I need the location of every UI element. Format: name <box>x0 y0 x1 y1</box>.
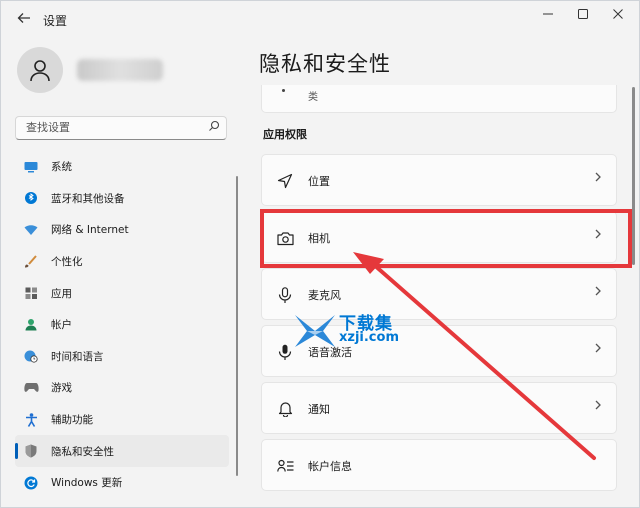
close-button[interactable] <box>605 7 631 27</box>
minimize-button[interactable] <box>535 7 561 27</box>
avatar[interactable] <box>17 47 63 93</box>
title-bar: 设置 <box>1 1 639 37</box>
apps-icon <box>23 285 39 301</box>
sidebar-item-network[interactable]: 网络 & Internet <box>15 214 229 246</box>
bluetooth-icon <box>23 190 39 206</box>
sidebar-item-label: Windows 更新 <box>51 477 123 490</box>
maximize-button[interactable] <box>570 7 596 27</box>
close-icon <box>613 9 623 19</box>
back-button[interactable] <box>13 9 35 31</box>
settings-window: 设置 系统 蓝牙和其他设备 网络 & Internet <box>0 0 640 508</box>
person-icon <box>23 317 39 333</box>
minimize-icon <box>543 13 553 15</box>
chevron-right-icon <box>594 342 602 358</box>
permission-row-account-info[interactable]: 帐户信息 <box>261 439 617 491</box>
watermark: 下载集 xzji.com <box>293 309 413 349</box>
sidebar-item-bluetooth[interactable]: 蓝牙和其他设备 <box>15 183 229 215</box>
voice-microphone-icon <box>276 343 294 361</box>
update-icon <box>23 475 39 491</box>
row-label: 通知 <box>308 403 330 416</box>
maximize-icon <box>578 9 588 19</box>
permission-row-notifications[interactable]: 通知 <box>261 382 617 434</box>
sidebar-item-apps[interactable]: 应用 <box>15 277 229 309</box>
shield-icon <box>23 443 39 459</box>
wifi-icon <box>23 222 39 238</box>
search-icon <box>208 120 220 135</box>
search-box[interactable] <box>15 116 227 140</box>
sidebar-item-accessibility[interactable]: 辅助功能 <box>15 404 229 436</box>
sidebar-item-privacy-security[interactable]: 隐私和安全性 <box>15 435 229 467</box>
user-icon <box>30 60 50 82</box>
sidebar-item-system[interactable]: 系统 <box>15 151 229 183</box>
sidebar-item-label: 游戏 <box>51 382 72 395</box>
brush-icon <box>23 254 39 270</box>
bell-icon <box>276 400 294 418</box>
chevron-right-icon <box>594 171 602 187</box>
annotation-highlight-box <box>260 209 632 268</box>
accessibility-icon <box>23 412 39 428</box>
sidebar-item-label: 应用 <box>51 287 72 300</box>
sidebar-item-label: 时间和语言 <box>51 350 104 363</box>
window-title: 设置 <box>43 14 68 28</box>
watermark-logo-icon <box>295 315 335 347</box>
blurred-username <box>77 59 163 81</box>
sidebar-item-label: 个性化 <box>51 256 83 269</box>
permission-row-location[interactable]: 位置 <box>261 154 617 206</box>
sidebar-item-personalization[interactable]: 个性化 <box>15 246 229 278</box>
sidebar-item-label: 蓝牙和其他设备 <box>51 192 125 205</box>
row-label: 麦克风 <box>308 289 341 302</box>
page-title: 隐私和安全性 <box>259 52 391 76</box>
sidebar-item-windows-update[interactable]: Windows 更新 <box>15 467 229 499</box>
sidebar-nav: 系统 蓝牙和其他设备 网络 & Internet 个性化 应用 帐户 时间和语言 <box>15 151 229 499</box>
sidebar-item-label: 隐私和安全性 <box>51 445 114 458</box>
gamepad-icon <box>23 380 39 396</box>
watermark-domain: xzji.com <box>339 330 399 345</box>
globe-clock-icon <box>23 348 39 364</box>
sidebar-item-label: 帐户 <box>51 319 72 332</box>
arrow-left-icon <box>17 13 30 23</box>
sidebar-item-gaming[interactable]: 游戏 <box>15 372 229 404</box>
row-label: 帐户信息 <box>308 460 352 473</box>
location-icon <box>276 172 294 190</box>
sidebar-item-time-language[interactable]: 时间和语言 <box>15 341 229 373</box>
account-info-icon <box>276 457 294 475</box>
bullet-dot <box>282 89 285 92</box>
previous-card-text: 类 <box>308 92 318 103</box>
row-label: 位置 <box>308 175 330 188</box>
sidebar-scrollbar[interactable] <box>236 176 238 476</box>
section-title: 应用权限 <box>263 128 307 141</box>
content-scrollbar[interactable] <box>632 87 635 265</box>
previous-card[interactable]: 类 <box>261 85 617 113</box>
search-input[interactable] <box>24 120 198 135</box>
chevron-right-icon <box>594 285 602 301</box>
chevron-right-icon <box>594 399 602 415</box>
sidebar-item-accounts[interactable]: 帐户 <box>15 309 229 341</box>
microphone-icon <box>276 286 294 304</box>
sidebar-item-label: 网络 & Internet <box>51 224 129 237</box>
sidebar-item-label: 系统 <box>51 161 72 174</box>
monitor-icon <box>23 159 39 175</box>
sidebar-item-label: 辅助功能 <box>51 414 93 427</box>
